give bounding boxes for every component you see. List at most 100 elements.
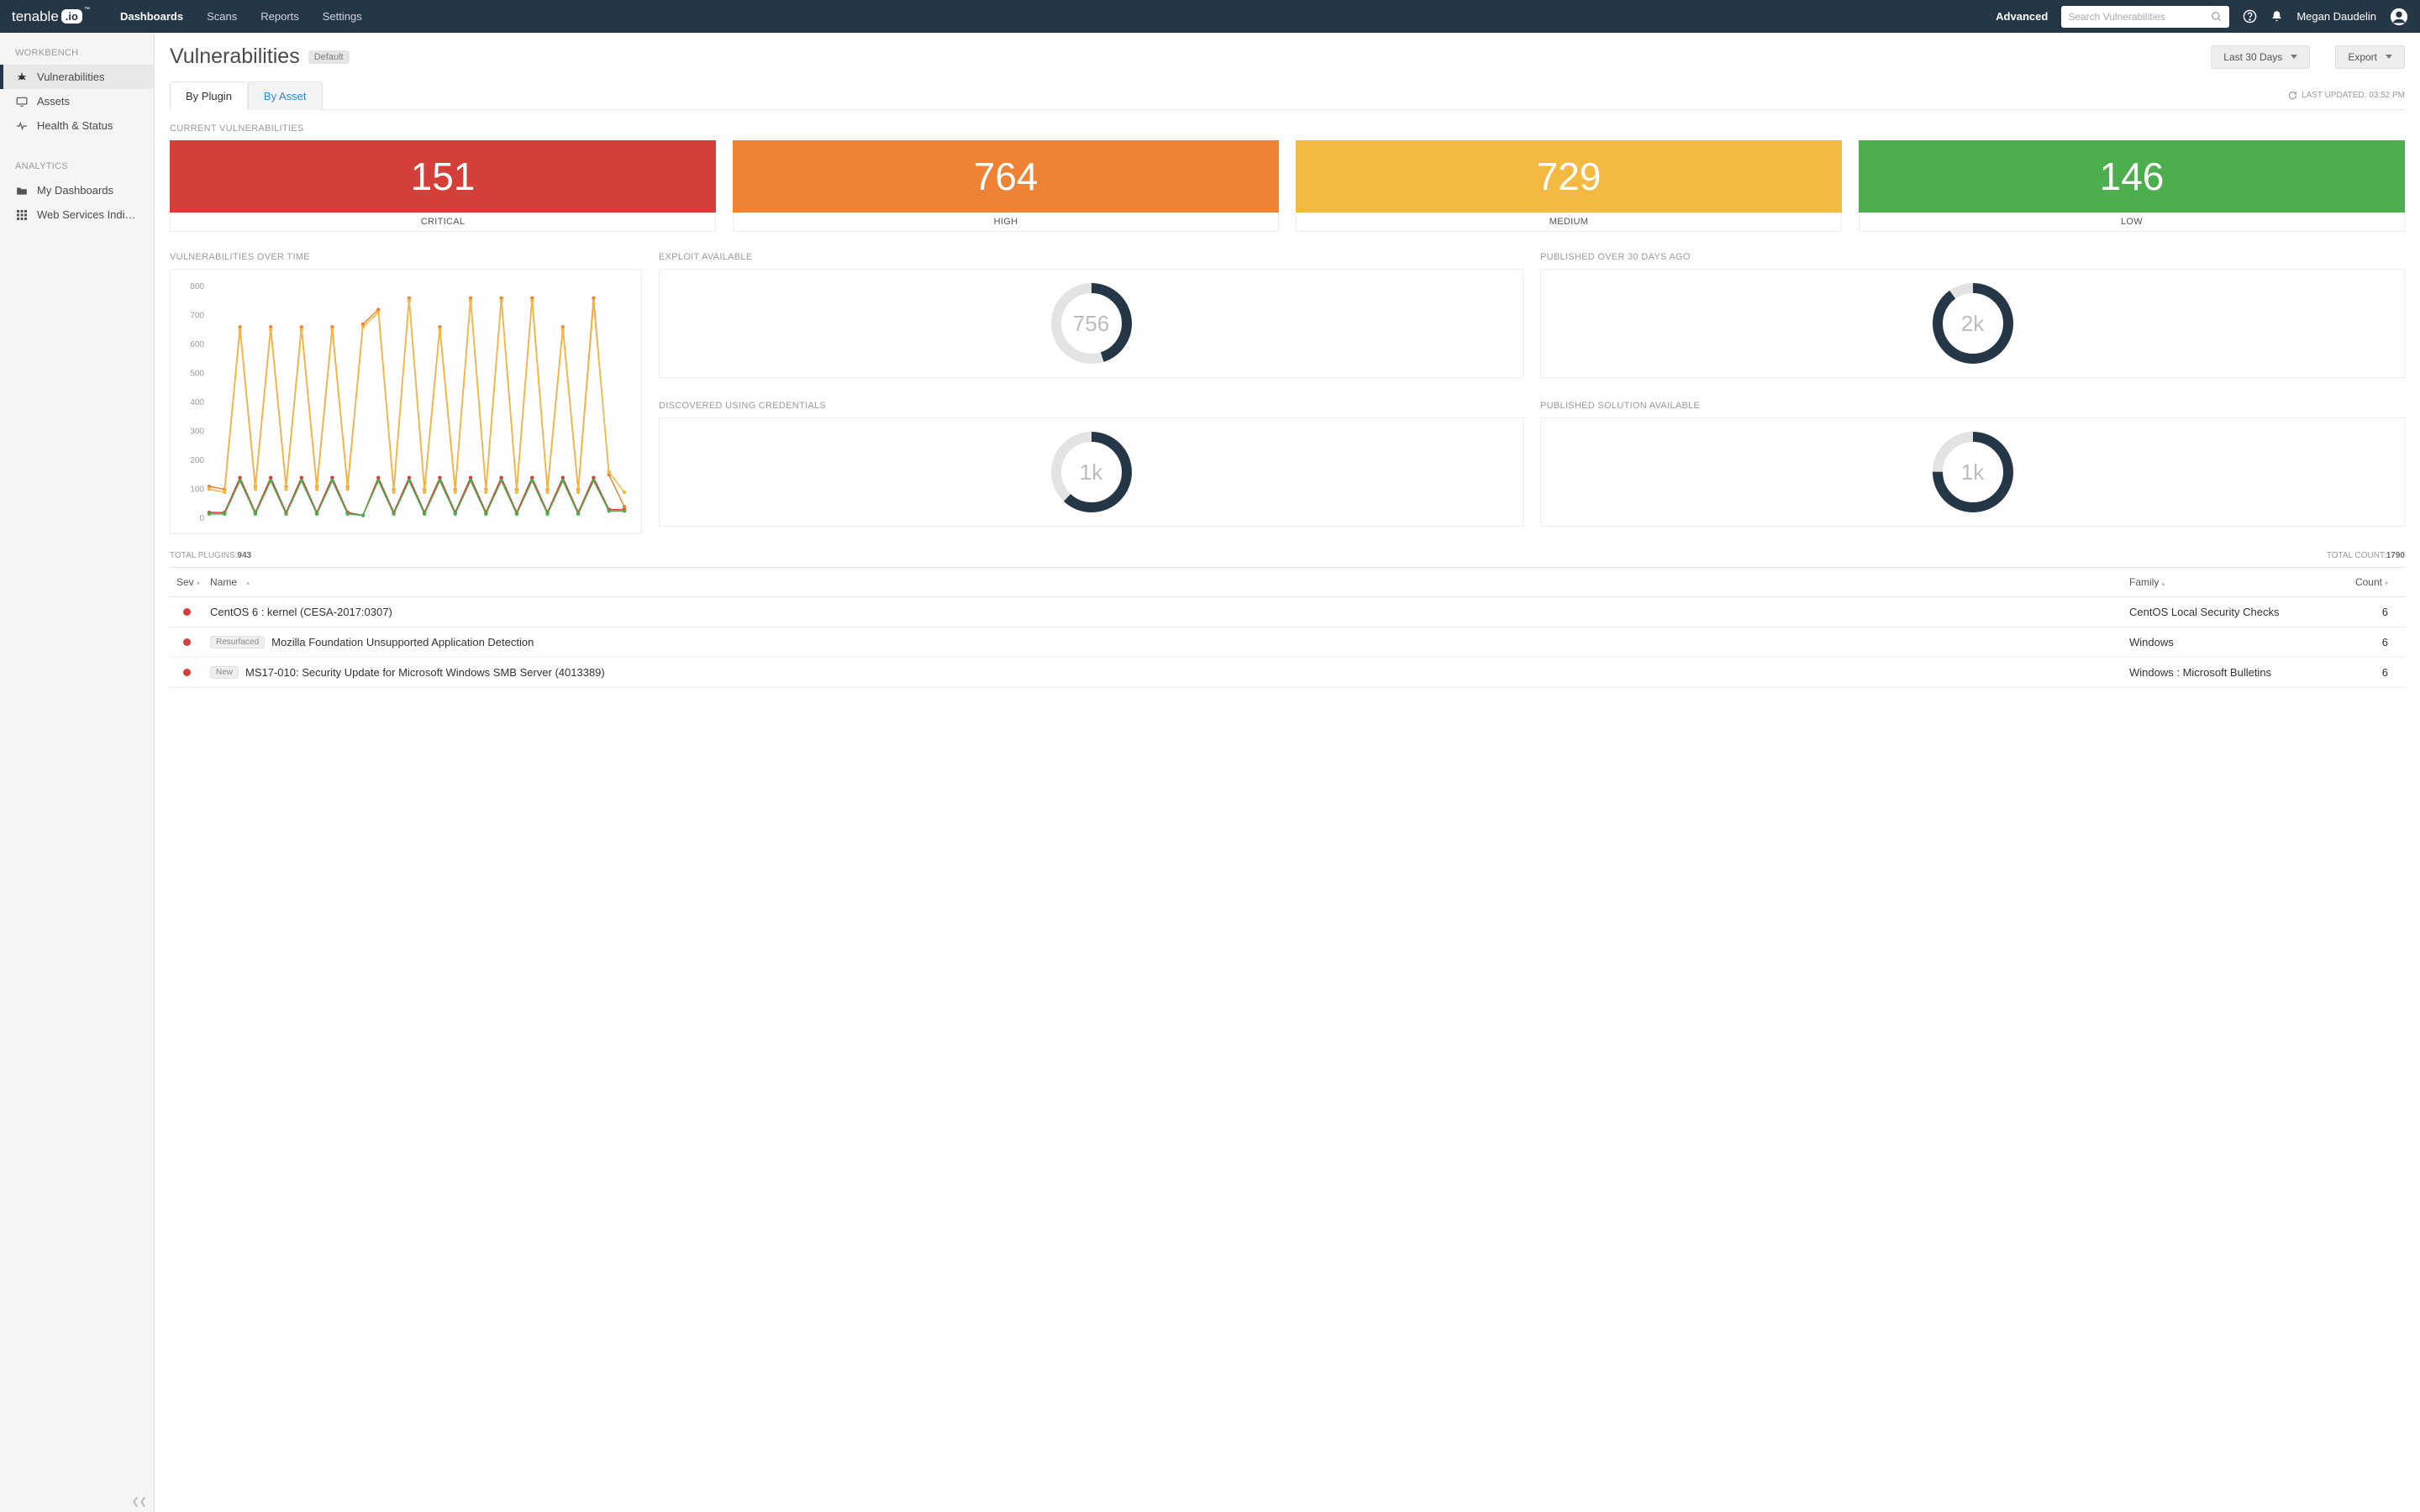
tab-by-asset[interactable]: By Asset xyxy=(248,81,323,110)
donut-solution[interactable]: 1k xyxy=(1540,417,2405,527)
sidebar-item-label: Vulnerabilities xyxy=(37,71,104,83)
monitor-icon xyxy=(15,97,29,107)
row-name: CentOS 6 : kernel (CESA-2017:0307) xyxy=(210,606,392,618)
row-count: 6 xyxy=(2348,636,2398,648)
brand-left: tenable xyxy=(12,8,59,25)
notifications-icon[interactable] xyxy=(2270,9,2283,24)
brand-logo: tenable .io ™ xyxy=(12,8,90,25)
sidebar-section-workbench: WORKBENCH xyxy=(0,48,154,65)
total-plugins-value: 943 xyxy=(237,551,251,560)
username-label[interactable]: Megan Daudelin xyxy=(2296,10,2376,23)
search-input[interactable] xyxy=(2068,11,2211,23)
donut-cred-value: 1k xyxy=(1080,459,1102,486)
donut-solution-value: 1k xyxy=(1961,459,1984,486)
sidebar-item-label: My Dashboards xyxy=(37,184,113,197)
section-exploit: EXPLOIT AVAILABLE xyxy=(659,252,1523,262)
card-low-value: 146 xyxy=(1859,140,2405,213)
severity-cards: 151 CRITICAL 764 HIGH 729 MEDIUM 146 LOW xyxy=(170,140,2405,232)
search-box[interactable] xyxy=(2061,6,2229,28)
card-high-value: 764 xyxy=(733,140,1279,213)
top-nav: Dashboards Scans Reports Settings xyxy=(120,10,362,23)
page-title: Vulnerabilities xyxy=(170,45,300,69)
advanced-link[interactable]: Advanced xyxy=(1996,10,2048,23)
severity-dot-icon xyxy=(183,638,191,646)
date-range-dropdown[interactable]: Last 30 Days xyxy=(2211,45,2310,69)
help-icon[interactable] xyxy=(2243,9,2257,24)
user-avatar-icon[interactable] xyxy=(2390,8,2408,26)
nav-settings[interactable]: Settings xyxy=(323,10,362,23)
table-row[interactable]: Resurfaced Mozilla Foundation Unsupported… xyxy=(170,627,2405,658)
svg-text:600: 600 xyxy=(190,340,204,349)
table-header: Sev▾ Name▴ Family▴ Count▾ xyxy=(170,567,2405,597)
total-plugins-label: TOTAL PLUGINS: xyxy=(170,551,237,560)
sidebar-item-vulnerabilities[interactable]: Vulnerabilities xyxy=(0,65,154,89)
refresh-icon[interactable] xyxy=(2288,91,2297,100)
svg-text:400: 400 xyxy=(190,398,204,407)
last-updated-label: LAST UPDATED: 03:52 PM xyxy=(2288,91,2405,100)
donut-exploit-value: 756 xyxy=(1073,311,1109,337)
col-header-name[interactable]: Name▴ xyxy=(210,576,2129,588)
table-row[interactable]: CentOS 6 : kernel (CESA-2017:0307)CentOS… xyxy=(170,597,2405,627)
row-family: Windows xyxy=(2129,636,2348,648)
sidebar-item-web-services[interactable]: Web Services Indi… xyxy=(0,202,154,227)
card-high-label: HIGH xyxy=(733,213,1279,232)
row-tag: Resurfaced xyxy=(210,636,265,648)
donut-cred[interactable]: 1k xyxy=(659,417,1523,527)
card-medium[interactable]: 729 MEDIUM xyxy=(1296,140,1842,232)
grid-icon xyxy=(15,210,29,220)
card-low[interactable]: 146 LOW xyxy=(1859,140,2405,232)
sidebar-item-health[interactable]: Health & Status xyxy=(0,113,154,138)
svg-text:500: 500 xyxy=(190,370,204,379)
card-high[interactable]: 764 HIGH xyxy=(733,140,1279,232)
vulns-over-time-chart[interactable]: 0100200300400500600700800 xyxy=(170,269,642,534)
col-header-count[interactable]: Count▾ xyxy=(2348,576,2398,588)
sidebar-item-assets[interactable]: Assets xyxy=(0,89,154,113)
default-chip: Default xyxy=(308,50,350,64)
collapse-sidebar-icon[interactable]: ❮❮ xyxy=(132,1496,147,1507)
sidebar-item-my-dashboards[interactable]: My Dashboards xyxy=(0,178,154,202)
svg-text:300: 300 xyxy=(190,428,204,437)
section-current-vulns: CURRENT VULNERABILITIES xyxy=(170,123,2405,134)
svg-text:200: 200 xyxy=(190,456,204,465)
section-cred: DISCOVERED USING CREDENTIALS xyxy=(659,401,1523,411)
row-name: Mozilla Foundation Unsupported Applicati… xyxy=(271,636,534,648)
row-count: 6 xyxy=(2348,606,2398,618)
col-header-sev[interactable]: Sev▾ xyxy=(176,576,210,588)
topbar-right: Advanced Megan Daudelin xyxy=(1996,6,2408,28)
top-bar: tenable .io ™ Dashboards Scans Reports S… xyxy=(0,0,2420,33)
bug-icon xyxy=(15,71,29,83)
sidebar-section-analytics: ANALYTICS xyxy=(0,161,154,178)
nav-reports[interactable]: Reports xyxy=(260,10,299,23)
search-icon[interactable] xyxy=(2211,11,2223,23)
sidebar-item-label: Assets xyxy=(37,95,70,108)
card-medium-value: 729 xyxy=(1296,140,1842,213)
card-critical[interactable]: 151 CRITICAL xyxy=(170,140,716,232)
row-tag: New xyxy=(210,666,239,679)
caret-down-icon xyxy=(2291,55,2297,59)
row-family: Windows : Microsoft Bulletins xyxy=(2129,666,2348,679)
svg-text:700: 700 xyxy=(190,312,204,321)
donut-published30-value: 2k xyxy=(1961,311,1984,337)
severity-dot-icon xyxy=(183,608,191,616)
tab-by-plugin[interactable]: By Plugin xyxy=(170,81,248,110)
donut-published30[interactable]: 2k xyxy=(1540,269,2405,378)
export-label: Export xyxy=(2348,51,2377,63)
page-header: Vulnerabilities Default Last 30 Days Exp… xyxy=(170,45,2405,69)
row-count: 6 xyxy=(2348,666,2398,679)
nav-scans[interactable]: Scans xyxy=(207,10,237,23)
brand-tm: ™ xyxy=(84,7,90,13)
section-published30: PUBLISHED OVER 30 DAYS AGO xyxy=(1540,252,2405,262)
table-body: CentOS 6 : kernel (CESA-2017:0307)CentOS… xyxy=(170,597,2405,688)
svg-text:0: 0 xyxy=(199,514,204,523)
card-critical-label: CRITICAL xyxy=(170,213,716,232)
row-name: MS17-010: Security Update for Microsoft … xyxy=(245,666,605,679)
col-header-family[interactable]: Family▴ xyxy=(2129,576,2348,588)
brand-badge: .io xyxy=(61,9,82,24)
donut-exploit[interactable]: 756 xyxy=(659,269,1523,378)
nav-dashboards[interactable]: Dashboards xyxy=(120,10,183,23)
table-row[interactable]: New MS17-010: Security Update for Microso… xyxy=(170,658,2405,688)
svg-text:800: 800 xyxy=(190,282,204,291)
card-medium-label: MEDIUM xyxy=(1296,213,1842,232)
total-count-value: 1790 xyxy=(2386,551,2405,560)
export-dropdown[interactable]: Export xyxy=(2335,45,2405,69)
